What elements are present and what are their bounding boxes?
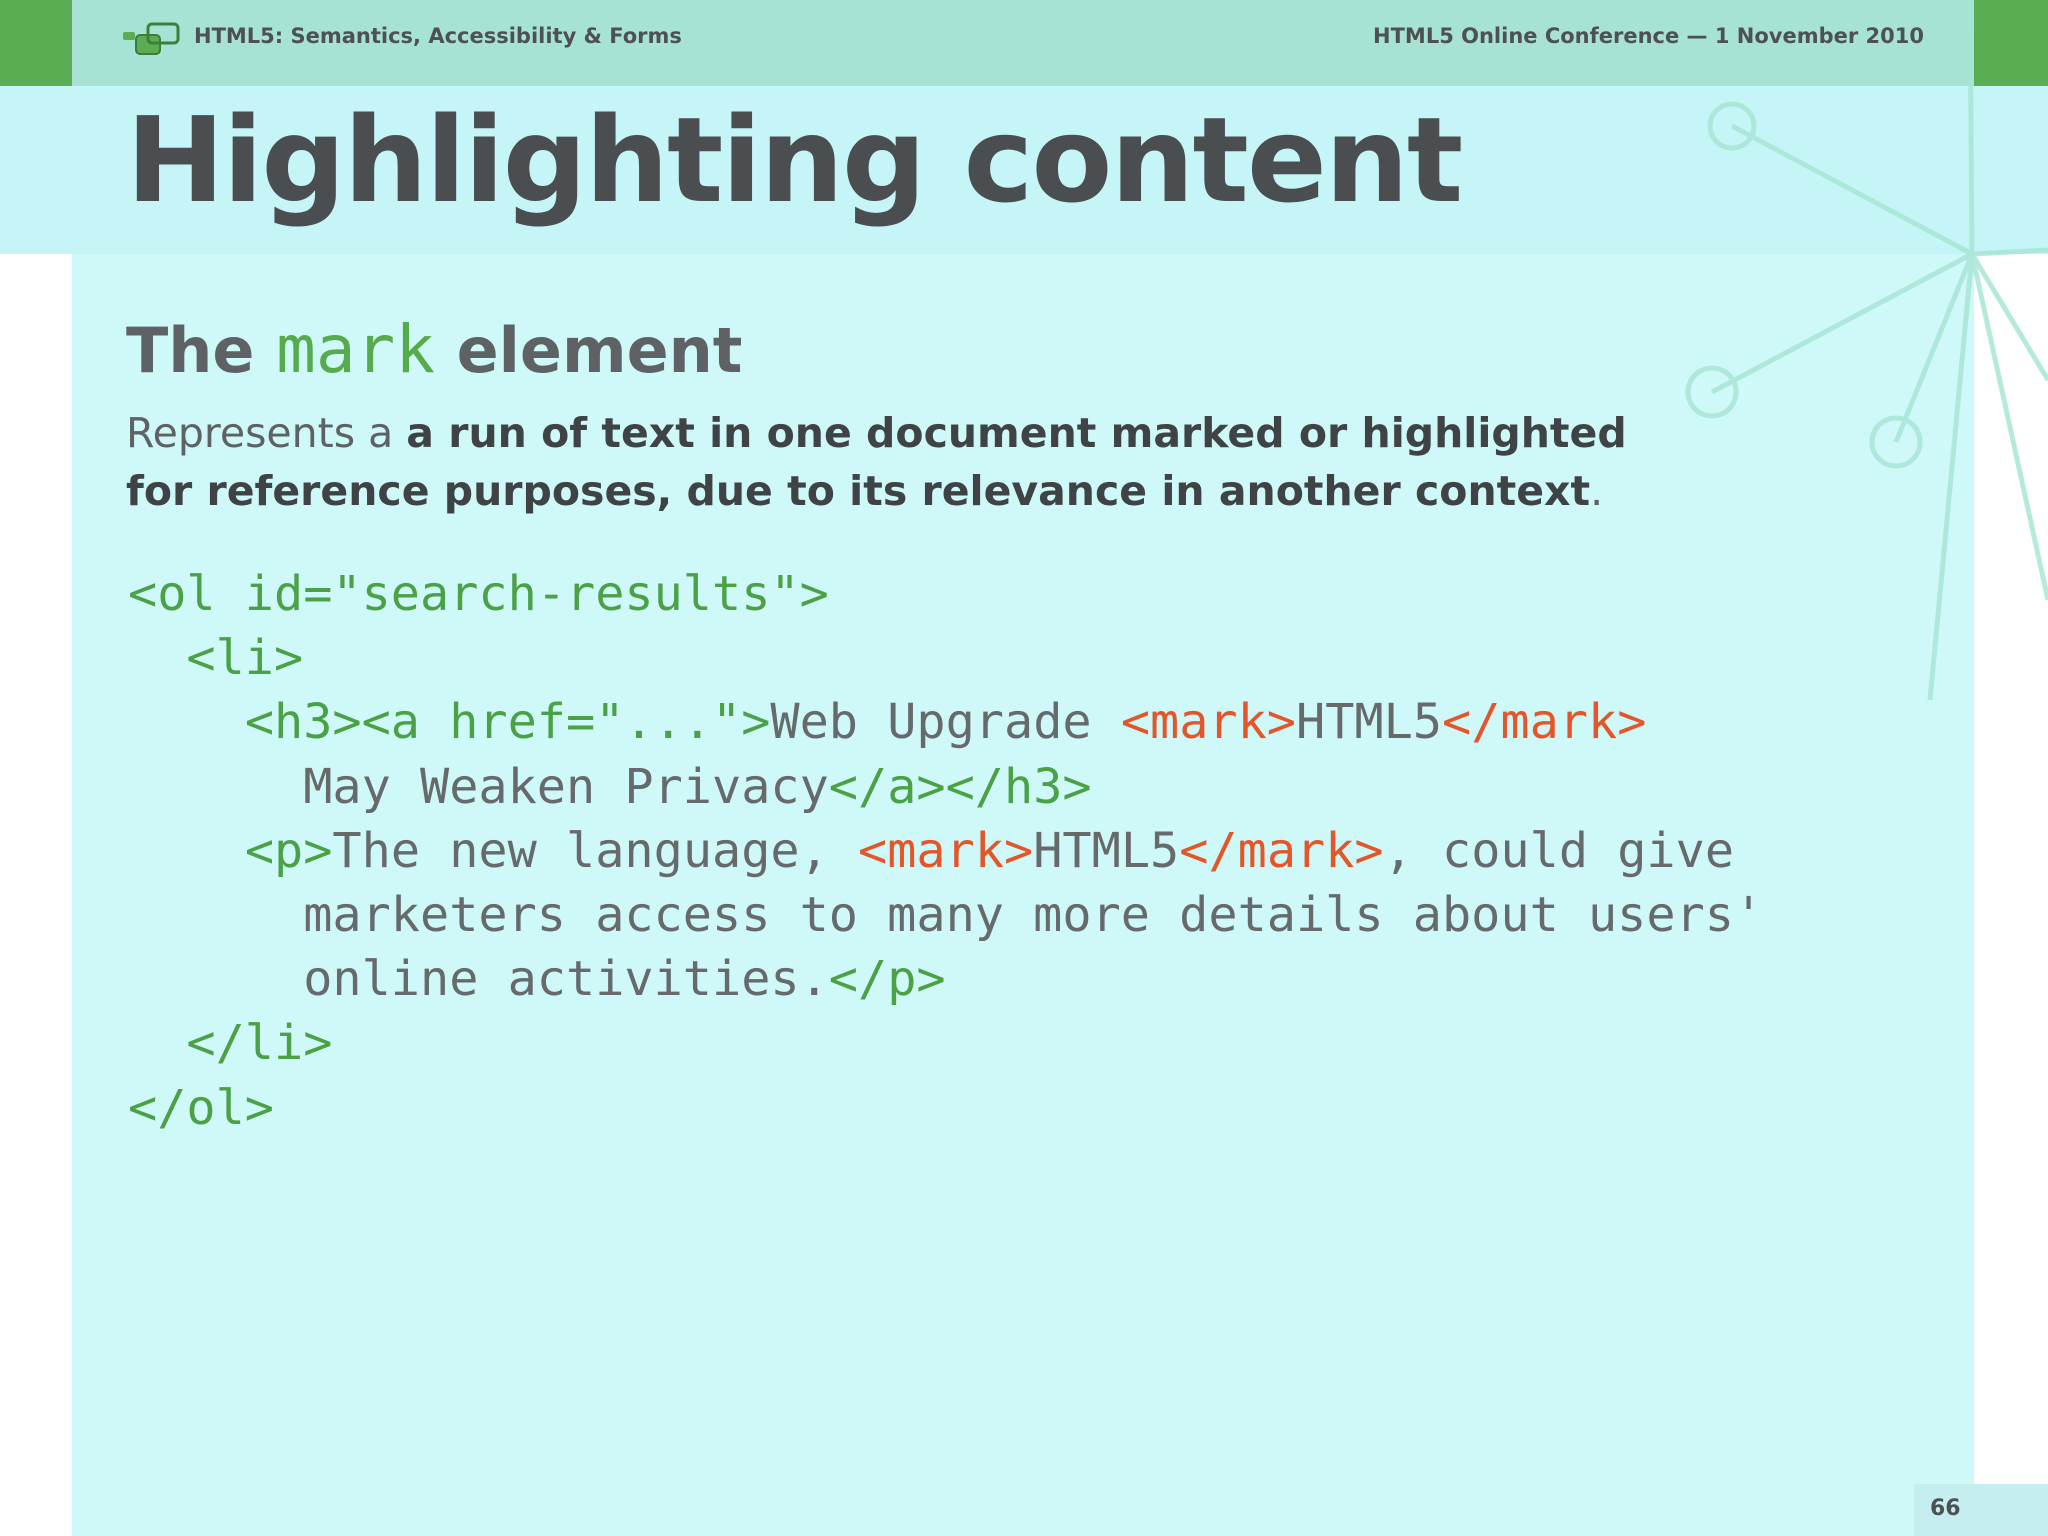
code-text: marketers access to many more details ab… [128,887,1764,944]
code-mark-tag: <mark> [858,822,1034,879]
code-text: HTML5 [1033,822,1180,879]
code-text: Web Upgrade [770,694,1121,751]
left-green-block [0,0,72,86]
code-line: <li> [128,630,303,686]
slide-subtitle: The mark element [126,312,742,388]
overlapping-windows-logo-icon [123,22,180,55]
code-line: <p>The new language, <mark>HTML5</mark>,… [128,823,1734,879]
code-text: HTML5 [1296,694,1443,751]
code-line: </ol> [128,1080,274,1136]
code-tag: <ol id="search-results"> [128,566,829,622]
code-example: <ol id="search-results"> <li> <h3><a hre… [128,562,1763,1140]
page-number: 66 [1930,1496,1961,1521]
presentation-title: HTML5: Semantics, Accessibility & Forms [194,24,682,48]
code-tag: <li> [186,630,304,687]
code-line: online activities.</p> [128,951,946,1008]
code-line: marketers access to many more details ab… [128,887,1763,943]
code-mark-tag: </mark> [1442,694,1647,751]
code-line: May Weaken Privacy</a></h3> [128,758,1092,815]
definition-text: Represents a a run of text in one docume… [126,404,1706,520]
slide-title: Highlighting content [126,91,1463,229]
page-number-box: 66 [1914,1484,2048,1536]
code-mark-tag: </mark> [1179,822,1384,879]
definition-end: . [1590,467,1604,515]
code-line: </li> [128,1015,332,1071]
code-line: <h3><a href="...">Web Upgrade <mark>HTML… [128,694,1647,751]
code-tag: </a></h3> [828,758,1092,815]
code-mark-tag: <mark> [1120,694,1297,751]
code-text: online activities. [128,951,829,1008]
code-tag: <h3><a href="..."> [244,694,771,751]
code-tag: </ol> [128,1079,274,1136]
code-tag: </li> [186,1015,333,1072]
code-text: The new language, [332,822,859,879]
code-text: , could give [1383,822,1735,879]
subtitle-prefix: The [126,314,277,387]
code-tag: <p> [244,822,333,879]
code-tag: </p> [828,951,946,1008]
conference-info: HTML5 Online Conference — 1 November 201… [1373,24,1924,48]
code-text: May Weaken Privacy [128,758,829,815]
subtitle-suffix: element [435,314,743,387]
subtitle-keyword: mark [276,311,436,388]
code-line: <ol id="search-results"> [128,566,829,622]
definition-lead: Represents a [126,409,407,457]
slide: HTML5: Semantics, Accessibility & Forms … [0,0,2048,1536]
